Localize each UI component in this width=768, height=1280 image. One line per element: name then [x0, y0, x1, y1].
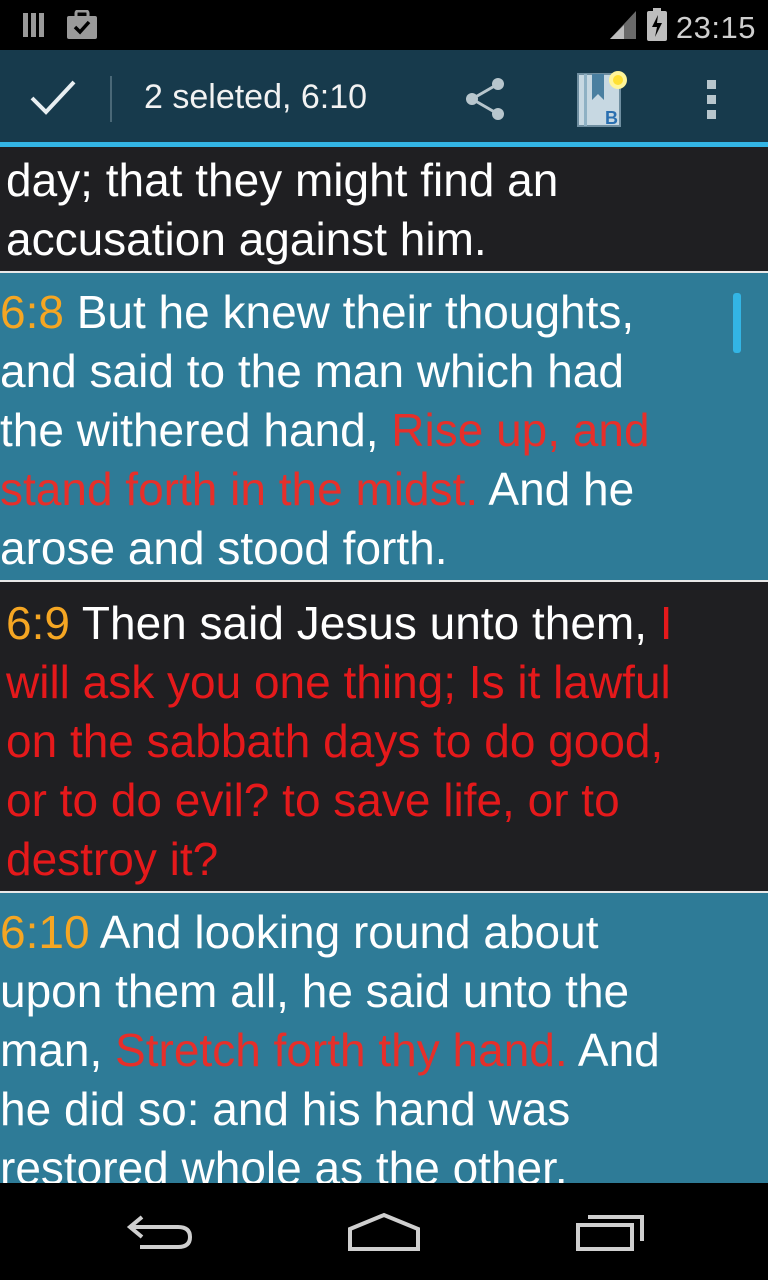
verse-text: But he knew their thoughts,: [63, 286, 635, 338]
check-icon[interactable]: [28, 76, 78, 120]
clock: 23:15: [675, 9, 756, 45]
words-of-jesus-text: will ask you one thing; Is it lawful: [6, 656, 671, 708]
verse-text: upon them all, he said unto the: [0, 965, 630, 1017]
verse-6-8[interactable]: 6:8 But he knew their thoughts, and said …: [0, 273, 768, 582]
verse-line: restored whole as the other.: [0, 1139, 768, 1183]
clipboard-check-icon: [66, 9, 98, 45]
recent-apps-icon[interactable]: [574, 1211, 646, 1258]
verse-line: 6:9 Then said Jesus unto them, I: [6, 594, 768, 653]
selection-title: 2 seleted, 6:10: [144, 78, 368, 116]
verse-continuation[interactable]: day; that they might find an accusation a…: [0, 147, 768, 273]
home-icon[interactable]: [346, 1211, 422, 1258]
words-of-jesus-text: I: [659, 597, 673, 649]
signal-icon: [608, 9, 638, 46]
verse-line: on the sabbath days to do good,: [6, 712, 768, 771]
verse-list[interactable]: day; that they might find an accusation a…: [0, 147, 768, 1183]
action-bar-divider: [110, 76, 112, 122]
verse-line: accusation against him.: [6, 210, 768, 269]
verse-line: destroy it?: [6, 830, 768, 889]
verse-text: the withered hand,: [0, 404, 392, 456]
verse-text: And he: [478, 463, 635, 515]
back-icon[interactable]: [124, 1211, 196, 1258]
verse-6-10[interactable]: 6:10 And looking round about upon them al…: [0, 893, 768, 1183]
verse-line: day; that they might find an: [6, 151, 768, 210]
library-icon: [22, 11, 48, 44]
verse-text: day; that they might find an: [6, 154, 559, 206]
verse-line: man, Stretch forth thy hand. And: [0, 1021, 768, 1080]
verse-text: accusation against him.: [6, 213, 487, 265]
verse-line: 6:10 And looking round about: [0, 903, 768, 962]
verse-line: upon them all, he said unto the: [0, 962, 768, 1021]
verse-number: 6:10: [0, 906, 90, 958]
words-of-jesus-text: Stretch forth thy hand.: [115, 1024, 568, 1076]
verse-line: the withered hand, Rise up, and: [0, 401, 768, 460]
overflow-menu-icon[interactable]: [698, 74, 726, 124]
verse-text: and said to the man which had: [0, 345, 624, 397]
verse-text: he did so: and his hand was: [0, 1083, 571, 1135]
verse-6-9[interactable]: 6:9 Then said Jesus unto them, Iwill ask…: [0, 582, 768, 893]
scrollbar-thumb[interactable]: [733, 293, 741, 353]
verse-text: arose and stood forth.: [0, 522, 448, 574]
verse-line: will ask you one thing; Is it lawful: [6, 653, 768, 712]
selection-action-bar: 2 seleted, 6:10 B: [0, 50, 768, 147]
verse-number: 6:8: [0, 286, 64, 338]
verse-line: 6:8 But he knew their thoughts,: [0, 283, 768, 342]
verse-text: And: [567, 1024, 660, 1076]
status-bar: 23:15: [0, 0, 768, 50]
verse-line: and said to the man which had: [0, 342, 768, 401]
words-of-jesus-text: Rise up, and: [391, 404, 650, 456]
bible-bookmark-icon[interactable]: B: [574, 68, 634, 130]
battery-icon: [646, 8, 668, 47]
words-of-jesus-text: stand forth in the midst.: [0, 463, 479, 515]
verse-line: or to do evil? to save life, or to: [6, 771, 768, 830]
verse-text: man,: [0, 1024, 116, 1076]
words-of-jesus-text: on the sabbath days to do good,: [6, 715, 664, 767]
verse-line: stand forth in the midst. And he: [0, 460, 768, 519]
verse-text: And looking round about: [89, 906, 599, 958]
share-icon[interactable]: [460, 74, 510, 124]
svg-text:B: B: [605, 108, 618, 128]
verse-line: he did so: and his hand was: [0, 1080, 768, 1139]
verse-text: Then said Jesus unto them,: [69, 597, 660, 649]
words-of-jesus-text: destroy it?: [6, 833, 219, 885]
navigation-bar: [0, 1183, 768, 1280]
verse-line: arose and stood forth.: [0, 519, 768, 578]
verse-text: restored whole as the other.: [0, 1142, 568, 1183]
verse-number: 6:9: [6, 597, 70, 649]
words-of-jesus-text: or to do evil? to save life, or to: [6, 774, 620, 826]
